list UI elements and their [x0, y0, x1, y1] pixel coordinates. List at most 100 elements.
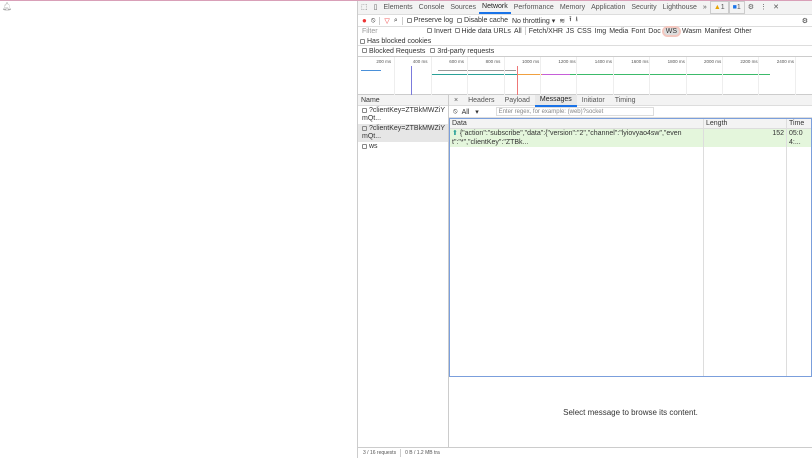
timeline-gridline — [722, 57, 723, 95]
network-toolbar: ● ⦸ ▽ ⌕ Preserve log Disable cache No th… — [358, 15, 812, 27]
timeline-bar — [361, 70, 381, 71]
tab-headers[interactable]: Headers — [463, 95, 499, 106]
timeline-tick-label: 1400 ms — [594, 59, 613, 64]
type-css[interactable]: CSS — [577, 28, 591, 35]
filter-bar-2: Blocked Requests 3rd-party requests — [358, 46, 812, 57]
overview-timeline[interactable]: 200 ms 400 ms 600 ms 800 ms 1000 ms 1200 ms 14… — [358, 57, 812, 95]
throttling-select[interactable]: No throttling ▾ — [512, 17, 555, 25]
network-settings-icon[interactable]: ⚙ — [802, 17, 808, 25]
timeline-bar — [518, 74, 542, 75]
length-column-header[interactable]: Length — [704, 119, 787, 128]
tab-security[interactable]: Security — [628, 2, 659, 13]
clear-icon[interactable]: ⦸ — [371, 17, 376, 25]
inspect-icon[interactable]: ⬚ — [358, 2, 371, 13]
type-doc[interactable]: Doc — [648, 28, 660, 35]
devtools-tabbar: ⬚ ▯ Elements Console Sources Network Per… — [358, 1, 812, 15]
close-detail-button[interactable]: × — [449, 95, 463, 106]
timeline-gridline — [649, 57, 651, 95]
type-manifest[interactable]: Manifest — [705, 28, 731, 35]
tab-payload[interactable]: Payload — [500, 95, 535, 106]
type-wasm[interactable]: Wasm — [682, 28, 702, 35]
messages-header: Data Length Time — [450, 119, 811, 129]
request-row[interactable]: ?clientKey=ZTBkMWZiYmQt... — [358, 124, 448, 142]
transferred-size: 0 B / 1.2 MB tra — [405, 450, 440, 456]
preserve-log-checkbox[interactable]: Preserve log — [406, 17, 453, 24]
filter-bar: Filter Invert Hide data URLs All Fetch/X… — [358, 27, 812, 46]
hide-data-urls-checkbox[interactable]: Hide data URLs — [454, 28, 511, 35]
close-icon[interactable]: ✕ — [770, 2, 782, 13]
message-length: 152 — [704, 129, 787, 147]
warnings-badge[interactable]: ▲1 — [709, 1, 729, 14]
menu-icon[interactable]: ⋮ — [757, 2, 770, 13]
blocked-requests-checkbox[interactable]: Blocked Requests — [362, 48, 425, 55]
divider — [401, 16, 403, 25]
search-icon[interactable]: ⌕ — [394, 17, 398, 25]
data-column-header[interactable]: Data — [450, 119, 704, 128]
regex-filter-input[interactable]: Enter regex, for example: (web)?socket — [495, 107, 654, 116]
request-count: 3 / 16 requests — [363, 450, 397, 456]
timeline-bar — [570, 74, 770, 75]
tab-application[interactable]: Application — [588, 2, 628, 13]
warn-count: 1 — [720, 4, 725, 11]
import-icon[interactable]: ⭱ — [569, 15, 571, 26]
divider — [524, 27, 526, 35]
timeline-tick-label: 2200 ms — [740, 59, 758, 64]
timeline-gridline — [794, 57, 796, 95]
clear-messages-icon[interactable]: ⦸ — [453, 108, 458, 116]
type-font[interactable]: Font — [631, 28, 645, 35]
has-blocked-cookies-checkbox[interactable]: Has blocked cookies — [360, 38, 431, 45]
type-all[interactable]: All — [514, 28, 522, 35]
message-data: {"action":"subscribe","data":{"version":… — [452, 130, 682, 146]
tab-network[interactable]: Network — [479, 1, 511, 14]
invert-checkbox[interactable]: Invert — [427, 28, 452, 35]
time-column-header[interactable]: Time — [787, 119, 811, 128]
tab-performance[interactable]: Performance — [511, 2, 557, 13]
filter-icon[interactable]: ▽ — [384, 17, 389, 25]
timeline-gridline — [540, 57, 541, 95]
tab-messages[interactable]: Messages — [534, 93, 577, 107]
disable-cache-checkbox[interactable]: Disable cache — [457, 17, 508, 24]
record-icon[interactable]: ● — [362, 16, 367, 25]
messages-table: Data Length Time ⬆ {"action":"subscribe"… — [449, 118, 812, 377]
name-column-header[interactable]: Name — [358, 95, 448, 106]
type-other[interactable]: Other — [734, 28, 752, 35]
third-party-checkbox[interactable]: 3rd-party requests — [430, 48, 494, 55]
filter-input[interactable]: Filter — [360, 28, 424, 35]
device-toggle-icon[interactable]: ▯ — [371, 2, 381, 13]
messages-badge[interactable]: ■1 — [728, 1, 745, 14]
timeline-gridline — [503, 57, 505, 95]
message-type-select[interactable]: All ▾ — [462, 108, 492, 116]
detail-tabbar: × Headers Payload Messages Initiator Tim… — [449, 93, 812, 107]
request-row[interactable]: ?clientKey=ZTBkMWZiYmQt... — [358, 106, 448, 124]
sent-arrow-icon: ⬆ — [452, 130, 458, 137]
tab-timing[interactable]: Timing — [610, 95, 641, 106]
tab-sources[interactable]: Sources — [447, 2, 479, 13]
tab-console[interactable]: Console — [416, 2, 448, 13]
timeline-gridline — [394, 57, 396, 95]
load-line — [517, 66, 518, 95]
timeline-gridline — [758, 57, 760, 95]
messages-empty-space — [450, 147, 811, 376]
tab-initiator[interactable]: Initiator — [577, 95, 610, 106]
tab-memory[interactable]: Memory — [557, 2, 588, 13]
export-icon[interactable]: ⭳ — [576, 15, 578, 26]
empty-message-placeholder: Select message to browse its content. — [563, 407, 698, 417]
request-row[interactable]: ws — [358, 142, 448, 152]
message-row[interactable]: ⬆ {"action":"subscribe","data":{"version… — [450, 129, 811, 147]
tab-elements[interactable]: Elements — [380, 2, 415, 13]
type-fetch-xhr[interactable]: Fetch/XHR — [529, 28, 563, 35]
timeline-tick-label: 600 ms — [449, 59, 464, 64]
network-conditions-icon[interactable]: ≋ — [559, 17, 565, 25]
timeline-gridline — [576, 57, 578, 95]
settings-icon[interactable]: ⚙ — [745, 2, 757, 13]
more-tabs-button[interactable]: » — [700, 2, 710, 13]
type-img[interactable]: Img — [595, 28, 607, 35]
divider — [379, 16, 381, 25]
type-js[interactable]: JS — [566, 28, 574, 35]
tab-lighthouse[interactable]: Lighthouse — [660, 2, 700, 13]
request-list: Name ?clientKey=ZTBkMWZiYmQt... ?clientK… — [358, 95, 449, 447]
warning-icon: ▲ — [713, 4, 721, 11]
timeline-tick-label: 2400 ms — [776, 59, 795, 64]
type-ws[interactable]: WS — [663, 27, 680, 35]
type-media[interactable]: Media — [609, 28, 628, 35]
